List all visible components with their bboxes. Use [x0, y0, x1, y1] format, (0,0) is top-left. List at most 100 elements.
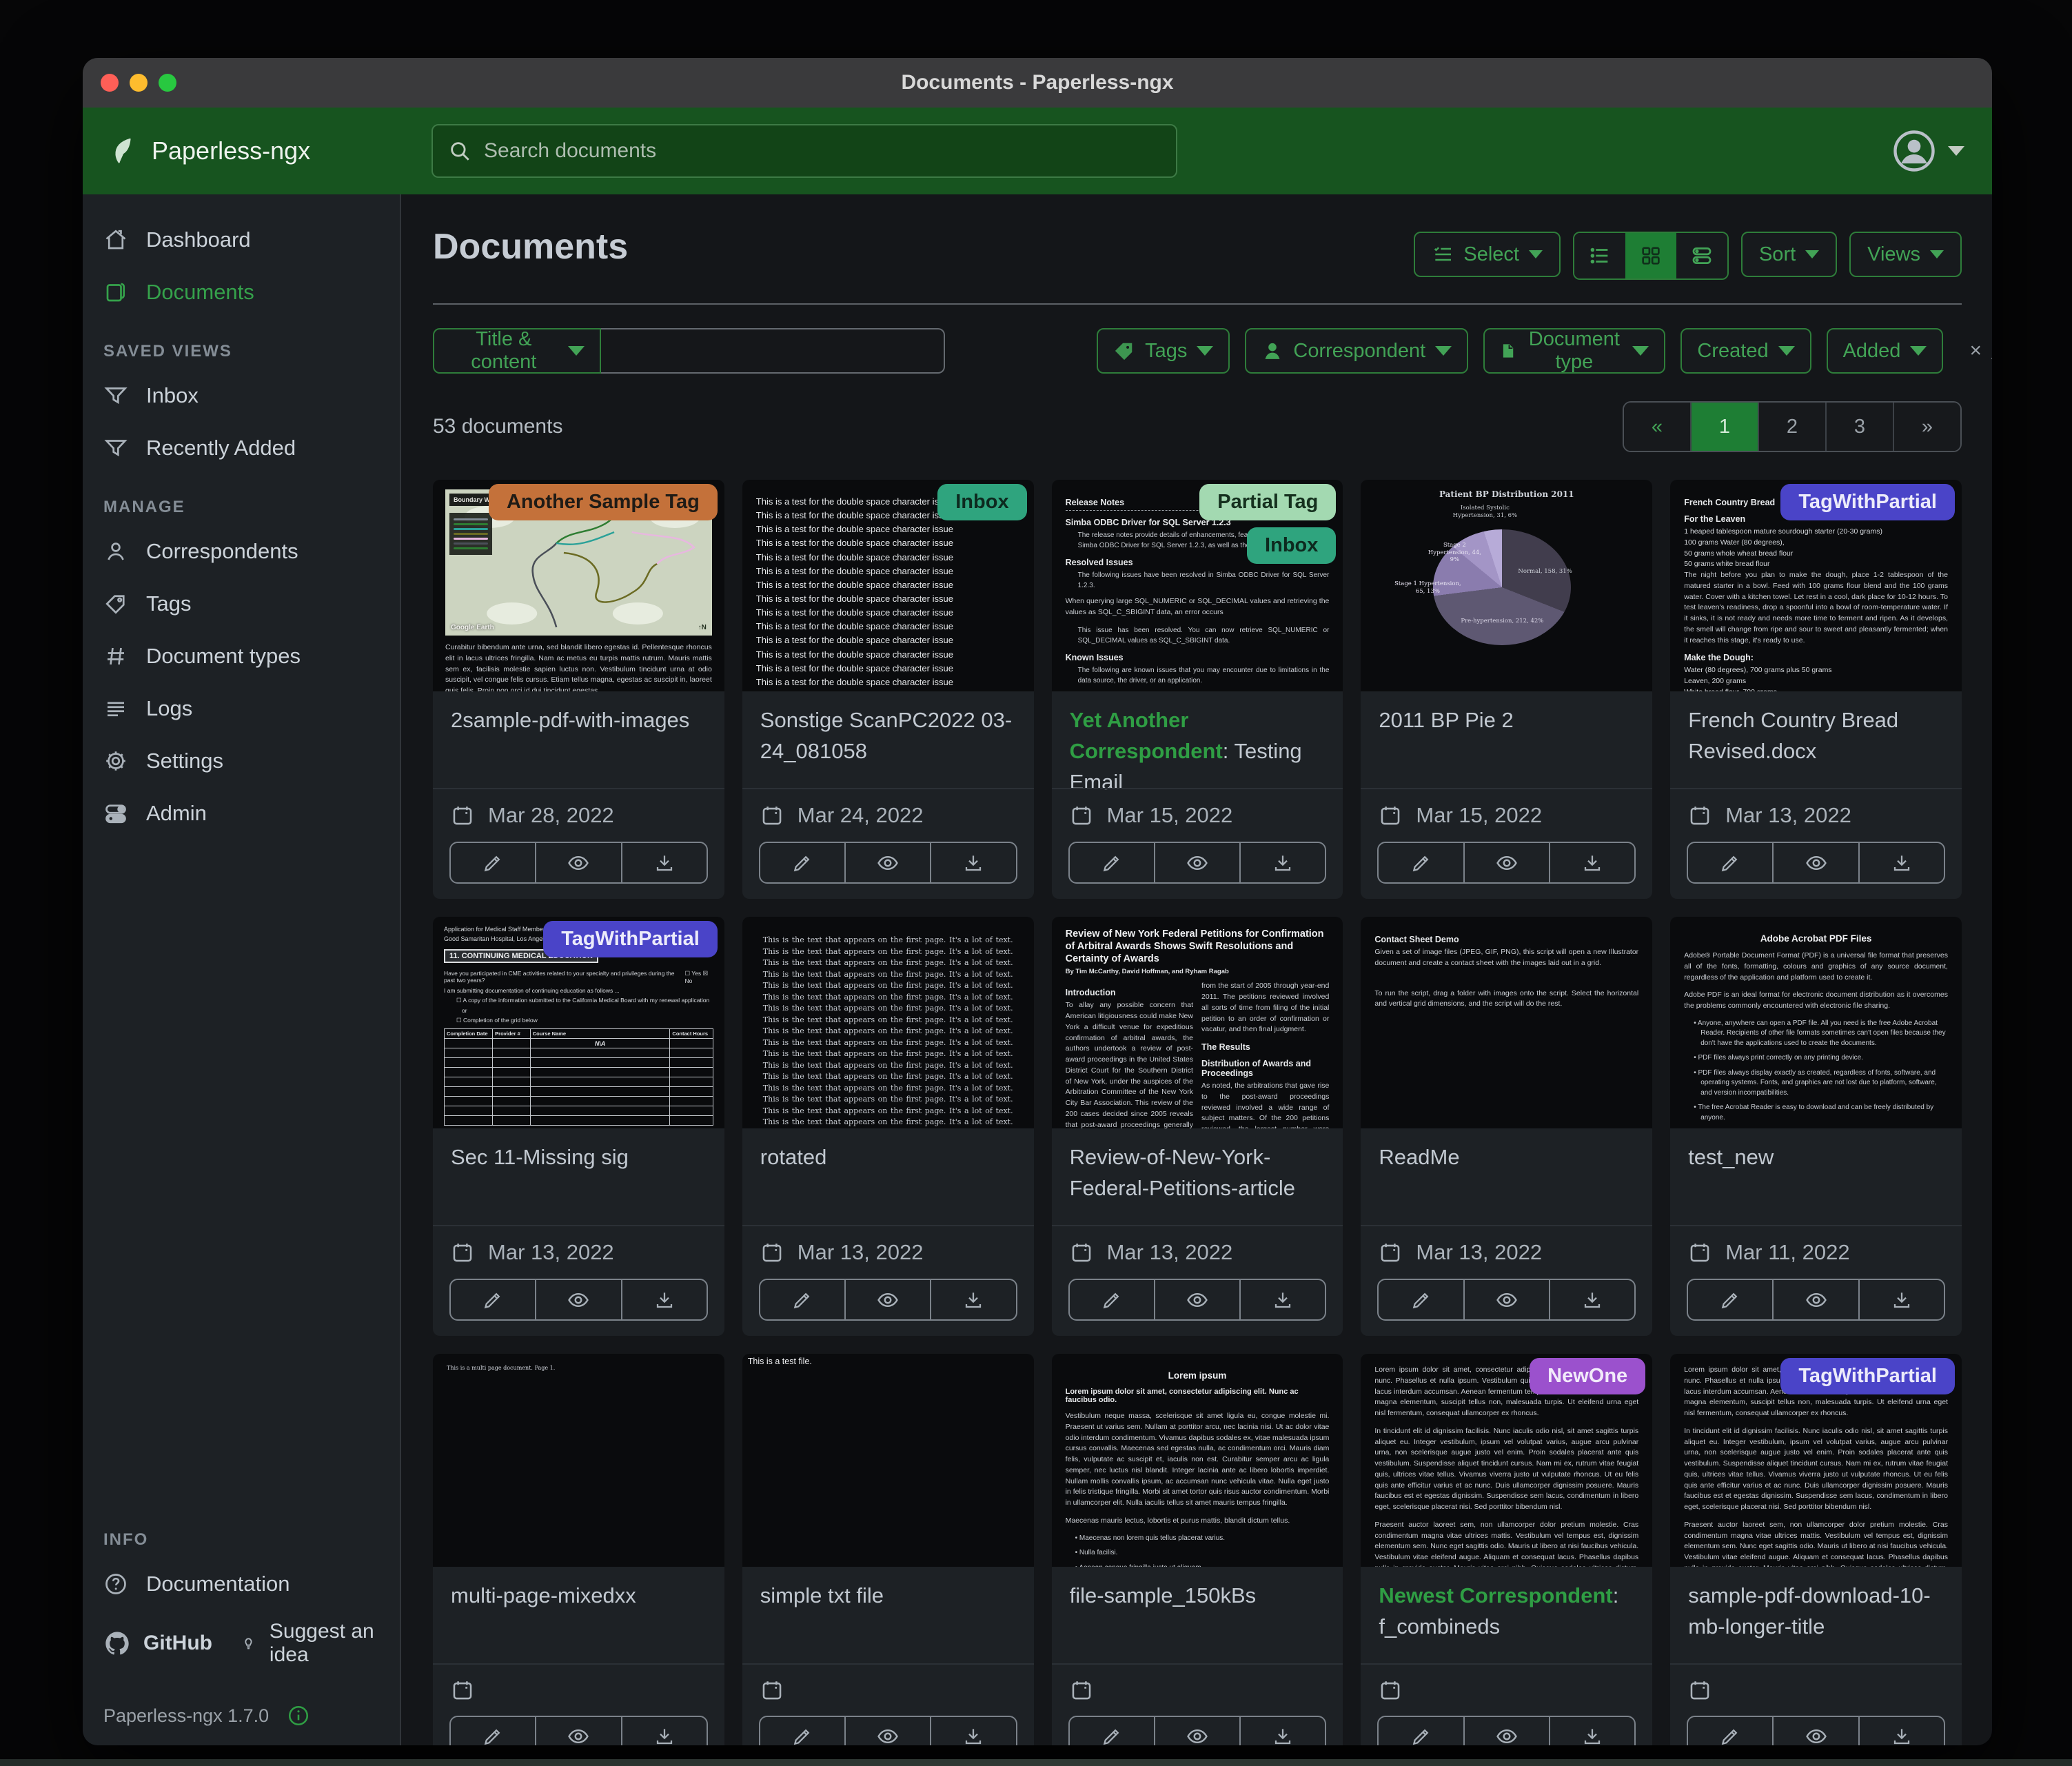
sidebar-item-settings[interactable]: Settings	[83, 735, 400, 787]
pagination-page-1[interactable]: 1	[1690, 403, 1758, 451]
search-input[interactable]	[483, 139, 1161, 163]
view-mode-detail-button[interactable]	[1676, 233, 1727, 278]
edit-button[interactable]	[760, 843, 844, 882]
title-content-filter-button[interactable]: Title & content	[433, 328, 601, 374]
edit-button[interactable]	[760, 1280, 844, 1319]
document-title[interactable]: French Country Bread Revised.docx	[1688, 705, 1944, 767]
tag-badge[interactable]: Inbox	[1247, 527, 1336, 564]
tag-badge[interactable]: Another Sample Tag	[489, 484, 718, 520]
views-button[interactable]: Views	[1849, 232, 1962, 277]
document-title[interactable]: rotated	[760, 1142, 1016, 1173]
edit-button[interactable]	[451, 1717, 535, 1745]
suggest-idea-link[interactable]: Suggest an idea	[240, 1620, 379, 1667]
document-title[interactable]: file-sample_150kBs	[1070, 1581, 1326, 1612]
view-button[interactable]	[1463, 843, 1549, 882]
view-button[interactable]	[535, 843, 620, 882]
document-title[interactable]: 2sample-pdf-with-images	[451, 705, 707, 736]
edit-button[interactable]	[1070, 1280, 1154, 1319]
document-title[interactable]: test_new	[1688, 1142, 1944, 1173]
document-title[interactable]: simple txt file	[760, 1581, 1016, 1612]
edit-button[interactable]	[1379, 843, 1463, 882]
view-button[interactable]	[844, 843, 930, 882]
document-card-12[interactable]: This is a test file. simple txt file	[742, 1354, 1034, 1745]
view-button[interactable]	[1463, 1280, 1549, 1319]
brand[interactable]: Paperless-ngx	[108, 135, 431, 167]
tag-badge[interactable]: TagWithPartial	[543, 921, 718, 957]
view-button[interactable]	[844, 1717, 930, 1745]
sidebar-item-inbox[interactable]: Inbox	[83, 369, 400, 422]
document-thumbnail[interactable]: Lorem ipsumLorem ipsum dolor sit amet, c…	[1052, 1354, 1343, 1567]
view-button[interactable]	[535, 1280, 620, 1319]
view-mode-grid-button[interactable]	[1625, 233, 1676, 278]
select-button[interactable]: Select	[1414, 232, 1561, 277]
tag-badge[interactable]: NewOne	[1530, 1358, 1645, 1394]
document-type-filter-button[interactable]: Document type	[1483, 328, 1665, 374]
view-button[interactable]	[1772, 1280, 1858, 1319]
document-correspondent[interactable]: Newest Correspondent	[1379, 1583, 1612, 1607]
edit-button[interactable]	[1688, 1280, 1772, 1319]
document-thumbnail[interactable]: Adobe Acrobat PDF FilesAdobe® Portable D…	[1670, 917, 1962, 1128]
close-window-button[interactable]	[101, 74, 119, 92]
edit-button[interactable]	[1379, 1280, 1463, 1319]
view-button[interactable]	[1154, 1280, 1239, 1319]
sort-button[interactable]: Sort	[1741, 232, 1837, 277]
sidebar-item-documents[interactable]: Documents	[83, 266, 400, 318]
info-icon[interactable]	[287, 1704, 310, 1727]
github-link[interactable]: GitHub	[103, 1630, 212, 1657]
download-button[interactable]	[1858, 1717, 1944, 1745]
view-mode-list-button[interactable]	[1574, 233, 1625, 278]
document-thumbnail[interactable]: Patient BP Distribution 2011Isolated Sys…	[1361, 480, 1652, 691]
view-button[interactable]	[535, 1717, 620, 1745]
document-title[interactable]: Yet Another Correspondent: Testing Email	[1070, 705, 1326, 798]
edit-button[interactable]	[1688, 1717, 1772, 1745]
created-filter-button[interactable]: Created	[1680, 328, 1811, 374]
download-button[interactable]	[1858, 843, 1944, 882]
sidebar-item-logs[interactable]: Logs	[83, 682, 400, 735]
document-card-4[interactable]: Patient BP Distribution 2011Isolated Sys…	[1361, 480, 1652, 899]
sidebar-item-tags[interactable]: Tags	[83, 578, 400, 630]
edit-button[interactable]	[451, 843, 535, 882]
document-card-15[interactable]: TagWithPartial Lorem ipsum dolor sit ame…	[1670, 1354, 1962, 1745]
download-button[interactable]	[621, 1717, 707, 1745]
tag-badge[interactable]: Partial Tag	[1199, 484, 1336, 520]
sidebar-item-recently-added[interactable]: Recently Added	[83, 422, 400, 474]
tags-filter-button[interactable]: Tags	[1097, 328, 1230, 374]
added-filter-button[interactable]: Added	[1827, 328, 1944, 374]
edit-button[interactable]	[1070, 843, 1154, 882]
reset-filters-button[interactable]: × Reset filters	[1969, 328, 1992, 374]
global-search[interactable]	[431, 124, 1177, 178]
download-button[interactable]	[621, 843, 707, 882]
edit-button[interactable]	[1379, 1717, 1463, 1745]
sidebar-item-dashboard[interactable]: Dashboard	[83, 214, 400, 266]
document-title[interactable]: 2011 BP Pie 2	[1379, 705, 1634, 736]
view-button[interactable]	[1772, 1717, 1858, 1745]
document-title[interactable]: sample-pdf-download-10-mb-longer-title	[1688, 1581, 1944, 1643]
document-correspondent[interactable]: Yet Another Correspondent	[1070, 708, 1223, 763]
sidebar-item-admin[interactable]: Admin	[83, 787, 400, 840]
document-card-11[interactable]: This is a multi page document. Page 1. m…	[433, 1354, 724, 1745]
view-button[interactable]	[1463, 1717, 1549, 1745]
download-button[interactable]	[1239, 843, 1325, 882]
correspondent-filter-button[interactable]: Correspondent	[1245, 328, 1468, 374]
document-thumbnail[interactable]: This is a test file.	[742, 1354, 1034, 1567]
tag-badge[interactable]: TagWithPartial	[1780, 484, 1955, 520]
document-title[interactable]: Review-of-New-York-Federal-Petitions-art…	[1070, 1142, 1326, 1204]
pagination-next[interactable]: »	[1893, 403, 1960, 451]
user-menu[interactable]	[1891, 128, 1964, 174]
view-button[interactable]	[1154, 843, 1239, 882]
download-button[interactable]	[1239, 1717, 1325, 1745]
edit-button[interactable]	[451, 1280, 535, 1319]
tag-badge[interactable]: TagWithPartial	[1780, 1358, 1955, 1394]
sidebar-item-correspondents[interactable]: Correspondents	[83, 525, 400, 578]
view-button[interactable]	[1154, 1717, 1239, 1745]
download-button[interactable]	[1549, 843, 1634, 882]
document-card-10[interactable]: Adobe Acrobat PDF FilesAdobe® Portable D…	[1670, 917, 1962, 1336]
document-card-13[interactable]: Lorem ipsumLorem ipsum dolor sit amet, c…	[1052, 1354, 1343, 1745]
document-card-14[interactable]: NewOne Lorem ipsum dolor sit amet, conse…	[1361, 1354, 1652, 1745]
document-thumbnail[interactable]: Review of New York Federal Petitions for…	[1052, 917, 1343, 1128]
view-button[interactable]	[844, 1280, 930, 1319]
edit-button[interactable]	[760, 1717, 844, 1745]
document-thumbnail[interactable]: This is the text that appears on the fir…	[742, 917, 1034, 1128]
document-card-2[interactable]: Inbox This is a test for the double spac…	[742, 480, 1034, 899]
sidebar-item-document-types[interactable]: Document types	[83, 630, 400, 682]
